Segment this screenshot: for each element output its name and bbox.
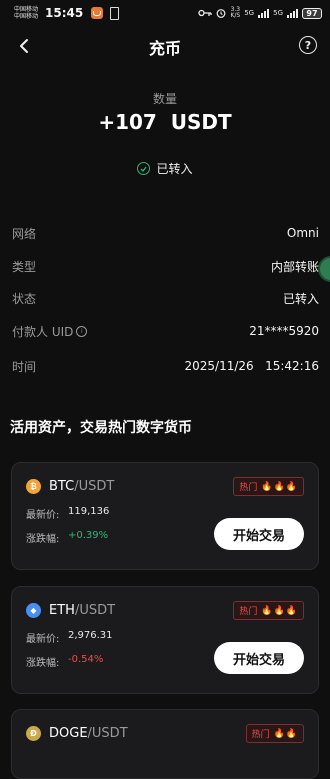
check-circle-icon xyxy=(137,162,151,175)
state-label: 状态 xyxy=(12,291,37,306)
pair-name: ETH/USDT xyxy=(49,603,115,618)
start-trading-button[interactable]: 开始交易 xyxy=(214,518,304,550)
notification-app-icon xyxy=(91,7,104,19)
amount-value: +107 USDT xyxy=(98,110,232,134)
detail-row-state: 状态 已转入 xyxy=(12,288,319,308)
market-card-eth[interactable]: ◆ ETH/USDT 热门 🔥🔥🔥 最新价: 2,976.31 涨跌幅: -0.… xyxy=(11,586,319,694)
hot-badge-label: 热门 xyxy=(251,730,270,740)
info-icon[interactable]: i xyxy=(76,325,88,337)
battery-icon: 97 xyxy=(302,7,322,19)
deposit-status: 已转入 xyxy=(0,160,330,177)
network-label: 网络 xyxy=(12,226,37,241)
help-button[interactable]: ? xyxy=(299,36,317,54)
hot-badge-label: 热门 xyxy=(239,607,258,617)
flame-icon: 🔥🔥 xyxy=(273,728,298,739)
signal-icon-2 xyxy=(287,8,298,18)
pair-base: BTC xyxy=(49,479,75,494)
section-title: 活用资产，交易热门数字货币 xyxy=(10,420,192,436)
type-value: 内部转账 xyxy=(270,259,319,274)
page-title: 充币 xyxy=(148,39,181,58)
market-card-btc[interactable]: ₿ BTC/USDT 热门 🔥🔥🔥 最新价: 119,136 涨跌幅: +0.3… xyxy=(11,462,319,570)
ethereum-icon: ◆ xyxy=(26,603,41,618)
payer-label-group: 付款人 UID i xyxy=(12,323,88,340)
payer-value: 21****5920 xyxy=(249,324,319,338)
carrier-2: 中国移动 xyxy=(14,13,39,20)
deposit-status-text: 已转入 xyxy=(156,162,193,176)
pair-quote: /USDT xyxy=(74,479,115,494)
sim-card-icon xyxy=(110,6,120,20)
network-speed: 3.3 K/S xyxy=(230,7,240,19)
signal-icon xyxy=(258,8,270,18)
hot-badge: 热门 🔥🔥🔥 xyxy=(233,601,304,620)
amount-label: 数量 xyxy=(152,92,177,106)
change-value: +0.39% xyxy=(68,530,109,541)
pair-base: ETH xyxy=(49,603,75,618)
network-type-1: 5G xyxy=(244,9,255,17)
floating-assistant-button[interactable] xyxy=(318,256,330,282)
time-value: 2025/11/26 15:42:16 xyxy=(184,359,319,373)
payer-label: 付款人 UID xyxy=(12,324,74,339)
price-row: 最新价: 2,976.31 xyxy=(26,630,113,645)
change-row: 涨跌幅: +0.39% xyxy=(26,530,108,545)
state-value: 已转入 xyxy=(282,291,319,306)
status-bar: 中国移动 中国移动 15:45 3.3 K/S 5G 5G 97 xyxy=(0,0,330,26)
type-label: 类型 xyxy=(12,259,37,274)
change-label: 涨跌幅: xyxy=(26,534,60,545)
price-value: 119,136 xyxy=(68,506,110,517)
flame-icon: 🔥🔥🔥 xyxy=(261,481,298,492)
detail-row-network: 网络 Omni xyxy=(12,223,319,243)
detail-row-payer: 付款人 UID i 21****5920 xyxy=(12,321,319,341)
price-value: 2,976.31 xyxy=(68,630,113,641)
pair-quote: /USDT xyxy=(74,603,116,618)
dogecoin-icon: Ð xyxy=(26,726,41,741)
pair-name: DOGE/USDT xyxy=(49,726,128,741)
pair-row: ₿ BTC/USDT xyxy=(26,479,114,494)
key-icon xyxy=(198,9,213,17)
carrier-info: 中国移动 中国移动 xyxy=(14,6,38,20)
detail-row-type: 类型 内部转账 xyxy=(12,256,319,276)
status-time: 15:45 xyxy=(45,6,84,20)
hot-badge: 热门 🔥🔥 xyxy=(245,724,304,743)
header: 充币 ? xyxy=(0,30,330,62)
status-left: 中国移动 中国移动 15:45 xyxy=(14,6,120,20)
time-label: 时间 xyxy=(12,359,37,374)
network-value: Omni xyxy=(286,226,319,240)
price-row: 最新价: 119,136 xyxy=(26,506,109,521)
carrier-1: 中国移动 xyxy=(14,6,39,13)
flame-icon: 🔥🔥🔥 xyxy=(261,605,298,616)
price-label: 最新价: xyxy=(26,510,60,521)
pair-base: DOGE xyxy=(49,726,88,741)
pair-quote: /USDT xyxy=(87,726,128,741)
pair-row: ◆ ETH/USDT xyxy=(26,603,115,618)
question-icon: ? xyxy=(304,38,312,52)
hot-badge: 热门 🔥🔥🔥 xyxy=(233,477,304,496)
change-row: 涨跌幅: -0.54% xyxy=(26,654,103,669)
alarm-icon xyxy=(217,9,226,18)
detail-row-time: 时间 2025/11/26 15:42:16 xyxy=(12,356,319,376)
hot-badge-label: 热门 xyxy=(239,483,258,493)
pair-row: Ð DOGE/USDT xyxy=(26,726,128,741)
market-card-doge[interactable]: Ð DOGE/USDT 热门 🔥🔥 xyxy=(11,709,319,779)
change-value: -0.54% xyxy=(68,654,104,665)
bitcoin-icon: ₿ xyxy=(26,479,41,494)
start-trading-button[interactable]: 开始交易 xyxy=(214,642,304,674)
speed-unit: K/S xyxy=(230,12,241,19)
change-label: 涨跌幅: xyxy=(26,658,60,669)
price-label: 最新价: xyxy=(26,634,60,645)
network-type-2: 5G xyxy=(273,9,283,17)
pair-name: BTC/USDT xyxy=(49,479,114,494)
status-right: 3.3 K/S 5G 5G 97 xyxy=(198,7,322,19)
